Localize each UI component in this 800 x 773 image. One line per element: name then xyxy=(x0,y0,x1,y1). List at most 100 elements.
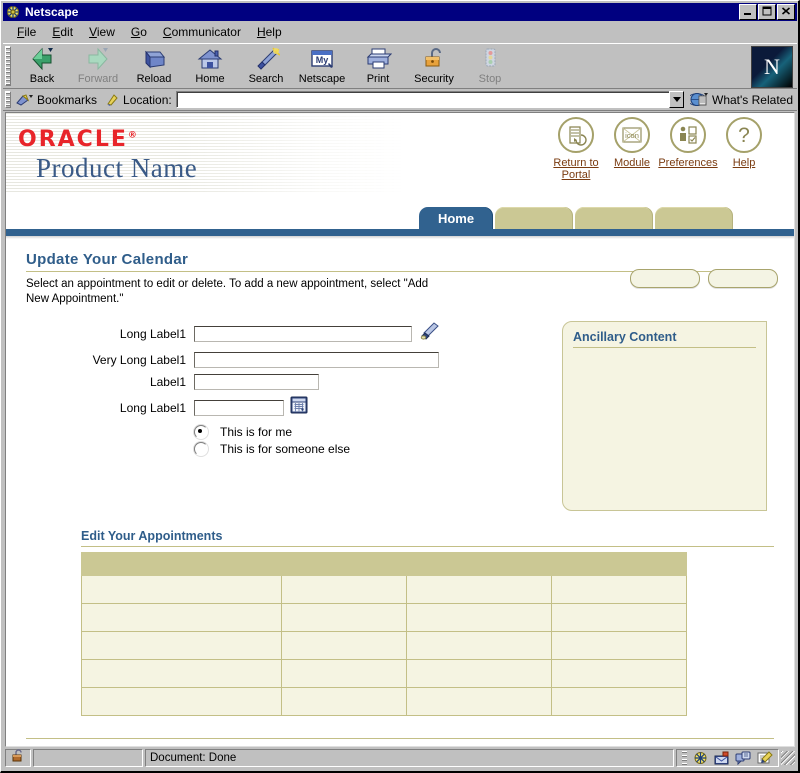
table-cell xyxy=(551,603,687,632)
field-input-long-label1-a[interactable] xyxy=(194,325,412,342)
toolbar-button-netscape[interactable]: My Netscape xyxy=(294,44,350,88)
tab-3[interactable] xyxy=(575,207,653,229)
field-input-label1[interactable] xyxy=(194,374,319,390)
global-button-help[interactable]: ? Help xyxy=(716,117,772,169)
radio-row-for-someone-else[interactable]: This is for someone else xyxy=(194,442,546,456)
radio-for-me[interactable] xyxy=(194,425,208,439)
field-input-long-label1-b[interactable] xyxy=(194,399,284,416)
menu-bar: FFileile Edit View Go Communicator Help xyxy=(3,22,797,42)
menu-item-view[interactable]: View xyxy=(81,23,123,41)
global-button-label-return-to-portal: Return to Portal xyxy=(553,157,599,181)
form-column: Long Label1 Very Long Label1 Label1 Long… xyxy=(26,321,546,511)
appointments-table xyxy=(81,552,687,716)
table-cell xyxy=(406,631,552,660)
toolbar-button-back[interactable]: Back xyxy=(14,44,70,88)
table-row[interactable] xyxy=(81,631,687,660)
close-button[interactable] xyxy=(777,4,795,20)
location-input-wrapper[interactable] xyxy=(175,91,670,108)
table-row[interactable] xyxy=(81,687,687,716)
table-cell xyxy=(81,659,282,688)
table-cell xyxy=(551,575,687,604)
toolbar-button-reload[interactable]: Reload xyxy=(126,44,182,88)
navigator-icon[interactable] xyxy=(693,751,708,765)
global-button-module[interactable]: icon Module xyxy=(604,117,660,169)
table-header-cell-2[interactable] xyxy=(281,552,407,576)
table-cell xyxy=(406,687,552,716)
table-header-cell-1[interactable] xyxy=(81,552,282,576)
global-button-return-to-portal[interactable]: Return to Portal xyxy=(548,117,604,181)
table-row[interactable] xyxy=(81,659,687,688)
ancillary-content-box: Ancillary Content xyxy=(562,321,767,511)
field-input-very-long-label1[interactable] xyxy=(194,352,439,368)
top-button-2[interactable] xyxy=(708,269,778,288)
radio-row-for-me[interactable]: This is for me xyxy=(194,425,546,439)
mailbox-icon[interactable] xyxy=(714,751,729,765)
location-dropdown-button[interactable] xyxy=(669,91,684,108)
table-cell xyxy=(81,603,282,632)
table-cell xyxy=(406,659,552,688)
table-header-cell-4[interactable] xyxy=(551,552,687,576)
location-bar-grip[interactable] xyxy=(5,91,11,108)
toolbar-button-security[interactable]: Security xyxy=(406,44,462,88)
ancillary-divider xyxy=(573,347,756,348)
search-flashlight-icon xyxy=(252,46,281,72)
component-bar-grip[interactable] xyxy=(682,751,687,765)
radio-label-for-someone-else: This is for someone else xyxy=(220,442,351,456)
security-status-button[interactable] xyxy=(5,749,31,767)
browser-window: Netscape FFileile Edit View Go Communica… xyxy=(0,0,800,773)
tab-home[interactable]: Home xyxy=(419,207,493,229)
menu-item-file[interactable]: FFileile xyxy=(9,23,44,41)
module-icon: icon xyxy=(614,117,650,153)
table-cell xyxy=(281,659,407,688)
global-button-preferences[interactable]: Preferences xyxy=(658,117,718,169)
toolbar-label-search: Search xyxy=(248,73,284,85)
composer-icon[interactable] xyxy=(757,751,773,765)
location-input[interactable] xyxy=(176,92,669,107)
ancillary-heading: Ancillary Content xyxy=(573,330,677,344)
toolbar-button-print[interactable]: Print xyxy=(350,44,406,88)
menu-item-help[interactable]: Help xyxy=(249,23,290,41)
toolbar-grip[interactable] xyxy=(5,46,11,86)
netscape-brand-logo[interactable]: N xyxy=(751,46,793,88)
window-resize-grip[interactable] xyxy=(781,751,795,765)
toolbar-button-home[interactable]: Home xyxy=(182,44,238,88)
netscape-logo-letter: N xyxy=(764,54,780,79)
bottom-divider xyxy=(26,738,774,739)
tab-4[interactable] xyxy=(655,207,733,229)
tab-2[interactable] xyxy=(495,207,573,229)
stop-sign-icon xyxy=(476,46,504,72)
global-button-bar: Return to Portal icon Module Preferences… xyxy=(548,117,772,181)
table-header-cell-3[interactable] xyxy=(406,552,552,576)
bookmarks-button[interactable]: Bookmarks xyxy=(15,93,97,107)
form-row-4: Long Label1 xyxy=(26,396,546,419)
menu-item-edit[interactable]: Edit xyxy=(44,23,81,41)
form-row-2: Very Long Label1 xyxy=(26,352,546,368)
back-arrow-icon xyxy=(28,46,56,72)
toolbar-button-stop[interactable]: Stop xyxy=(462,44,518,88)
my-netscape-icon: My xyxy=(308,46,336,72)
newsgroup-icon[interactable] xyxy=(735,751,751,765)
table-row[interactable] xyxy=(81,603,687,632)
global-button-label-help: Help xyxy=(732,157,756,169)
toolbar-button-search[interactable]: Search xyxy=(238,44,294,88)
menu-item-go[interactable]: Go xyxy=(123,23,155,41)
toolbar-button-forward[interactable]: Forward xyxy=(70,44,126,88)
svg-text:My: My xyxy=(316,55,329,65)
content-columns: Long Label1 Very Long Label1 Label1 Long… xyxy=(26,321,774,511)
maximize-button[interactable] xyxy=(758,4,776,20)
table-row[interactable] xyxy=(81,575,687,604)
table-cell xyxy=(551,631,687,660)
radio-label-for-me: This is for me xyxy=(220,425,293,439)
toolbar-label-home: Home xyxy=(195,73,225,85)
forward-arrow-icon xyxy=(84,46,112,72)
menu-item-communicator[interactable]: Communicator xyxy=(155,23,249,41)
top-button-1[interactable] xyxy=(630,269,700,288)
toolbar-label-security: Security xyxy=(414,73,454,85)
field-lov-button-1[interactable] xyxy=(418,321,440,346)
minimize-button[interactable] xyxy=(739,4,757,20)
main-content: Update Your Calendar Select an appointme… xyxy=(6,239,794,746)
whats-related-button[interactable]: What's Related xyxy=(690,92,793,107)
radio-for-someone-else[interactable] xyxy=(194,442,208,456)
field-calendar-button[interactable] xyxy=(290,396,308,419)
location-label: Location: xyxy=(123,92,172,107)
